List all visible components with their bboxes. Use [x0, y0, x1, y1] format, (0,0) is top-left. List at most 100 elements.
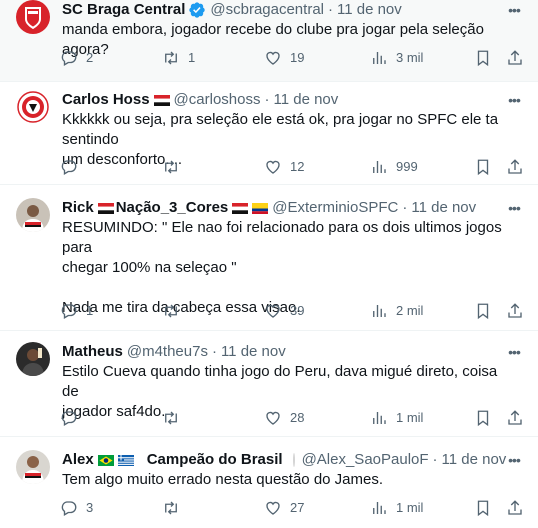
- author-name[interactable]: Matheus: [62, 342, 123, 362]
- retweet-icon: [165, 51, 177, 65]
- reply-button[interactable]: 2: [60, 48, 93, 68]
- reply-icon: [61, 51, 77, 66]
- share-button[interactable]: [506, 301, 524, 321]
- reply-button[interactable]: 1: [60, 301, 93, 321]
- views-chart-icon: [373, 52, 386, 64]
- share-button[interactable]: [506, 48, 524, 68]
- retweet-icon: [165, 160, 177, 174]
- retweet-button[interactable]: [162, 408, 188, 428]
- bookmark-icon: [477, 50, 489, 67]
- tweet-date[interactable]: 11 de nov: [411, 198, 476, 218]
- like-count: 12: [290, 159, 305, 174]
- bookmark-button[interactable]: [474, 301, 492, 321]
- author-name[interactable]: Alex: [62, 450, 94, 470]
- like-button[interactable]: 19: [264, 48, 304, 68]
- avatar-rick[interactable]: [16, 198, 50, 232]
- avatar-alex[interactable]: [16, 450, 50, 484]
- tweet-header: Matheus @m4theu7s · 11 de nov: [62, 342, 286, 362]
- retweet-button[interactable]: [162, 498, 188, 518]
- like-button[interactable]: 28: [264, 408, 304, 428]
- tweet-header: SC Braga Central @scbragacentral · 11 de…: [62, 0, 402, 20]
- retweet-button[interactable]: 1: [162, 48, 195, 68]
- like-count: 39: [290, 303, 305, 318]
- more-options-icon[interactable]: •••: [504, 342, 524, 362]
- tweet-date[interactable]: 11 de nov: [273, 90, 338, 110]
- author-name-suffix[interactable]: Campeão do Brasil: [147, 450, 283, 470]
- retweet-button[interactable]: [162, 301, 188, 321]
- author-handle[interactable]: @carloshoss: [174, 90, 261, 110]
- like-button[interactable]: 27: [264, 498, 304, 518]
- tweet-2[interactable]: Carlos Hoss @carloshoss · 11 de nov ••• …: [0, 82, 538, 185]
- author-handle[interactable]: @m4theu7s: [127, 342, 208, 362]
- reply-button[interactable]: [60, 408, 86, 428]
- tweet-4[interactable]: Matheus @m4theu7s · 11 de nov ••• Estilo…: [0, 331, 538, 437]
- views-button[interactable]: 1 mil: [370, 498, 423, 518]
- heart-icon: [266, 501, 280, 515]
- tweet-text: Tem algo muito errado nesta questão do J…: [62, 471, 384, 488]
- bookmark-button[interactable]: [474, 498, 492, 518]
- more-options-icon[interactable]: •••: [504, 198, 524, 218]
- like-count: 28: [290, 410, 305, 425]
- colombia-flag-icon: [252, 202, 269, 214]
- share-icon: [508, 303, 522, 318]
- share-button[interactable]: [506, 498, 524, 518]
- views-button[interactable]: 999: [370, 157, 418, 177]
- reply-button[interactable]: [60, 157, 86, 177]
- share-button[interactable]: [506, 408, 524, 428]
- views-button[interactable]: 3 mil: [370, 48, 423, 68]
- tweet-date[interactable]: 11 de nov: [337, 0, 402, 20]
- views-button[interactable]: 1 mil: [370, 408, 423, 428]
- share-button[interactable]: [506, 157, 524, 177]
- avatar-carlos-hoss[interactable]: [16, 90, 50, 124]
- author-handle[interactable]: @scbragacentral: [210, 0, 324, 20]
- retweet-count: 1: [188, 50, 196, 65]
- tweet-header: Carlos Hoss @carloshoss · 11 de nov: [62, 90, 339, 110]
- author-name[interactable]: SC Braga Central: [62, 0, 185, 20]
- author-name[interactable]: Carlos Hoss: [62, 90, 150, 110]
- avatar-matheus[interactable]: [16, 342, 50, 376]
- share-icon: [508, 159, 522, 174]
- reply-icon: [61, 160, 77, 175]
- heart-icon: [266, 160, 280, 174]
- like-button[interactable]: 12: [264, 157, 304, 177]
- tweet-date[interactable]: 11 de nov: [221, 342, 286, 362]
- view-count: 3 mil: [396, 50, 424, 65]
- tweet-date[interactable]: 11 de nov: [442, 450, 507, 470]
- brazil-flag-icon: [97, 454, 114, 466]
- bookmark-button[interactable]: [474, 157, 492, 177]
- retweet-button[interactable]: [162, 157, 188, 177]
- reply-count: 3: [86, 500, 94, 515]
- tweet-actions: 12 999: [60, 157, 522, 177]
- view-count: 1 mil: [396, 410, 424, 425]
- view-count: 999: [396, 159, 418, 174]
- more-options-icon[interactable]: •••: [504, 90, 524, 110]
- reply-icon: [61, 501, 77, 516]
- flag-icon: [153, 94, 170, 106]
- bookmark-button[interactable]: [474, 48, 492, 68]
- reply-button[interactable]: 3: [60, 498, 93, 518]
- heart-icon: [266, 304, 280, 318]
- author-name-suffix[interactable]: Nação_3_Cores: [116, 198, 229, 218]
- tweet-actions: 28 1 mil: [60, 408, 522, 428]
- more-options-icon[interactable]: •••: [504, 450, 524, 470]
- views-button[interactable]: 2 mil: [370, 301, 423, 321]
- like-button[interactable]: 39: [264, 301, 304, 321]
- like-count: 19: [290, 50, 305, 65]
- tweet-1[interactable]: SC Braga Central @scbragacentral · 11 de…: [0, 0, 538, 82]
- reply-icon: [61, 411, 77, 426]
- tweet-5[interactable]: Alex Campeão do Brasil @Alex_SaoPauloF ·…: [0, 437, 538, 528]
- reply-count: 2: [86, 50, 94, 65]
- greece-flag-icon: [117, 454, 134, 466]
- author-handle[interactable]: @ExterminioSPFC: [272, 198, 398, 218]
- author-handle[interactable]: @Alex_SaoPauloF: [302, 450, 429, 470]
- views-chart-icon: [373, 305, 386, 317]
- avatar-sc-braga[interactable]: [16, 0, 50, 34]
- more-options-icon[interactable]: •••: [504, 0, 524, 20]
- flag-icon: [97, 202, 114, 214]
- share-icon: [508, 50, 522, 65]
- bookmark-button[interactable]: [474, 408, 492, 428]
- tweet-3[interactable]: Rick Nação_3_Cores @ExterminioSPFC · 11 …: [0, 185, 538, 331]
- views-chart-icon: [373, 502, 386, 514]
- author-name[interactable]: Rick: [62, 198, 94, 218]
- views-chart-icon: [373, 161, 386, 173]
